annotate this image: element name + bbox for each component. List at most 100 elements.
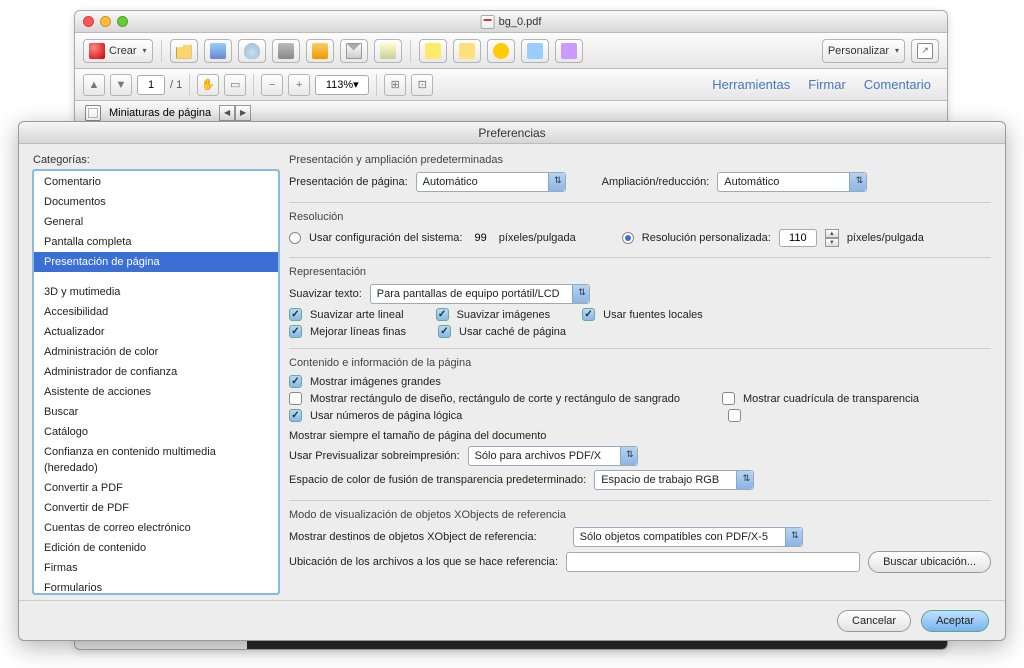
save-button[interactable] (204, 39, 232, 63)
category-item[interactable]: Cuentas de correo electrónico (34, 518, 278, 538)
category-item[interactable]: Catálogo (34, 422, 278, 442)
stamp-button[interactable] (555, 39, 583, 63)
attach-icon (527, 43, 543, 59)
category-item[interactable]: Edición de contenido (34, 538, 278, 558)
note-button[interactable] (419, 39, 447, 63)
attach-button[interactable] (521, 39, 549, 63)
category-item[interactable]: Convertir a PDF (34, 478, 278, 498)
category-item[interactable]: Firmas (34, 558, 278, 578)
dialog-title: Preferencias (19, 122, 1005, 144)
page-number-input[interactable] (137, 75, 165, 95)
category-item[interactable]: Buscar (34, 402, 278, 422)
page-down-button[interactable]: ▼ (110, 74, 132, 96)
page-layout-label: Presentación de página: (289, 176, 408, 188)
custom-res-radio[interactable] (622, 232, 634, 244)
sign-button[interactable] (374, 39, 402, 63)
trans-grid-checkbox[interactable] (722, 392, 735, 405)
category-item[interactable]: Actualizador (34, 322, 278, 342)
smooth-images-checkbox[interactable] (436, 308, 449, 321)
categories-list[interactable]: ComentarioDocumentosGeneralPantalla comp… (33, 170, 279, 594)
category-item[interactable]: 3D y mutimedia (34, 282, 278, 302)
category-item[interactable]: Pantalla completa (34, 232, 278, 252)
ok-button[interactable]: Aceptar (921, 610, 989, 632)
page-layout-select[interactable]: Automático (416, 172, 566, 192)
category-item[interactable]: General (34, 212, 278, 232)
overprint-select[interactable]: Sólo para archivos PDF/X (468, 446, 638, 466)
tools-tab[interactable]: Herramientas (712, 77, 790, 92)
category-item[interactable]: Confianza en contenido multimedia (hered… (34, 442, 278, 478)
thin-lines-checkbox[interactable] (289, 325, 302, 338)
sign-tab[interactable]: Firmar (808, 77, 846, 92)
section-xobjects: Modo de visualización de objetos XObject… (289, 509, 991, 583)
customize-button[interactable]: Personalizar (822, 39, 905, 63)
thumb-next-button[interactable]: ▶ (235, 105, 251, 121)
category-item[interactable]: Accesibilidad (34, 302, 278, 322)
zoom-in-button[interactable]: + (288, 74, 310, 96)
zoom-select[interactable]: Automático (717, 172, 867, 192)
page-cache-checkbox[interactable] (438, 325, 451, 338)
zoom-out-button[interactable]: − (261, 74, 283, 96)
smooth-images-label: Suavizar imágenes (457, 309, 551, 321)
preferences-dialog: Preferencias Categorías: ComentarioDocum… (18, 121, 1006, 641)
thumb-prev-button[interactable]: ◀ (219, 105, 235, 121)
category-item[interactable]: Administrador de confianza (34, 362, 278, 382)
xobj-loc-input[interactable] (566, 552, 860, 572)
thumbnails-icon[interactable] (85, 105, 101, 121)
large-images-checkbox[interactable] (289, 375, 302, 388)
local-fonts-checkbox[interactable] (582, 308, 595, 321)
minimize-icon[interactable] (100, 16, 111, 27)
zoom-value[interactable]: 113% ▾ (315, 75, 369, 95)
custom-res-input[interactable]: 110 (779, 229, 817, 247)
category-item[interactable]: Documentos (34, 192, 278, 212)
system-res-label: Usar configuración del sistema: (309, 232, 462, 244)
page-size-checkbox[interactable] (728, 409, 741, 422)
category-item[interactable]: Formularios (34, 578, 278, 594)
fit-page-button[interactable]: ⊡ (411, 74, 433, 96)
maximize-icon[interactable] (117, 16, 128, 27)
toolbar-main: Crear Personalizar (75, 33, 947, 69)
print-button[interactable] (272, 39, 300, 63)
category-item[interactable]: Comentario (34, 172, 278, 192)
open-icon (176, 43, 192, 59)
smooth-lineart-label: Suavizar arte lineal (310, 309, 404, 321)
comment-button[interactable] (487, 39, 515, 63)
expand-button[interactable] (911, 39, 939, 63)
system-res-radio[interactable] (289, 232, 301, 244)
smooth-lineart-checkbox[interactable] (289, 308, 302, 321)
blend-select[interactable]: Espacio de trabajo RGB (594, 470, 754, 490)
category-item[interactable]: Convertir de PDF (34, 498, 278, 518)
highlight-button[interactable] (453, 39, 481, 63)
xobj-show-select[interactable]: Sólo objetos compatibles con PDF/X-5 (573, 527, 803, 547)
xobj-loc-label: Ubicación de los archivos a los que se h… (289, 556, 558, 568)
fit-width-button[interactable]: ⊞ (384, 74, 406, 96)
browse-button[interactable]: Buscar ubicación... (868, 551, 991, 573)
select-tool-button[interactable]: ▭ (224, 74, 246, 96)
comment-tab[interactable]: Comentario (864, 77, 931, 92)
cancel-button[interactable]: Cancelar (837, 610, 911, 632)
res-stepper[interactable]: ▲▼ (825, 229, 839, 247)
boxes-checkbox[interactable] (289, 392, 302, 405)
dialog-footer: Cancelar Aceptar (19, 600, 1005, 640)
custom-res-label: Resolución personalizada: (642, 232, 771, 244)
category-item[interactable]: Presentación de página (34, 252, 278, 272)
open-button[interactable] (170, 39, 198, 63)
boxes-label: Mostrar rectángulo de diseño, rectángulo… (310, 393, 680, 405)
pdf-file-icon (481, 15, 495, 29)
note-icon (425, 43, 441, 59)
category-item[interactable]: Administración de color (34, 342, 278, 362)
close-icon[interactable] (83, 16, 94, 27)
mail-button[interactable] (340, 39, 368, 63)
smooth-text-select[interactable]: Para pantallas de equipo portátil/LCD (370, 284, 590, 304)
section-rendering: Representación Suavizar texto: Para pant… (289, 266, 991, 349)
create-button[interactable]: Crear (83, 39, 153, 63)
hand-tool-button[interactable]: ✋ (197, 74, 219, 96)
category-item[interactable]: Asistente de acciones (34, 382, 278, 402)
page-up-button[interactable]: ▲ (83, 74, 105, 96)
edit-icon (312, 43, 328, 59)
logical-page-checkbox[interactable] (289, 409, 302, 422)
page-total: 1 (176, 79, 182, 91)
edit-button[interactable] (306, 39, 334, 63)
section-title: Contenido e información de la página (289, 357, 991, 369)
titlebar: bg_0.pdf (75, 11, 947, 33)
cloud-button[interactable] (238, 39, 266, 63)
